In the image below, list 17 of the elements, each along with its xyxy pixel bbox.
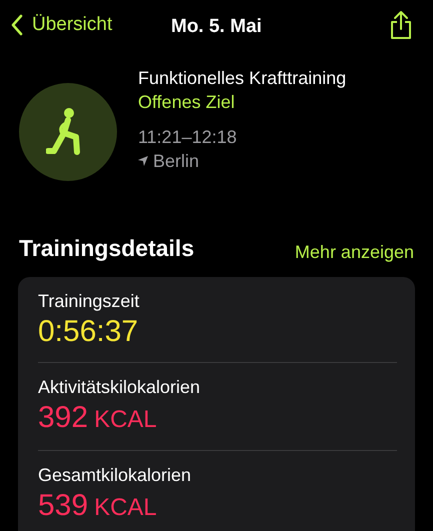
metric-value: 539 KCAL [38,488,158,524]
section-title: Trainingsdetails [19,234,194,263]
workout-location: Berlin [153,150,200,173]
metric-label: Gesamtkilokalorien [38,464,192,486]
workout-name: Funktionelles Krafttraining [138,67,346,90]
metric-label: Trainingszeit [38,290,140,312]
metric-value: 392 KCAL [38,400,158,436]
metric-label: Aktivitätskilokalorien [38,376,202,398]
workout-goal: Offenes Ziel [138,91,236,114]
nav-title: Mo. 5. Mai [171,15,262,39]
chevron-left-icon [10,14,24,36]
metric-value: 0:56:37 [38,314,140,350]
show-more-link[interactable]: Mehr anzeigen [294,238,414,266]
share-icon[interactable] [389,10,413,40]
location-arrow-icon [138,156,148,166]
back-button[interactable]: Übersicht [10,10,112,40]
workout-time: 11:21–12:18 [138,126,238,149]
